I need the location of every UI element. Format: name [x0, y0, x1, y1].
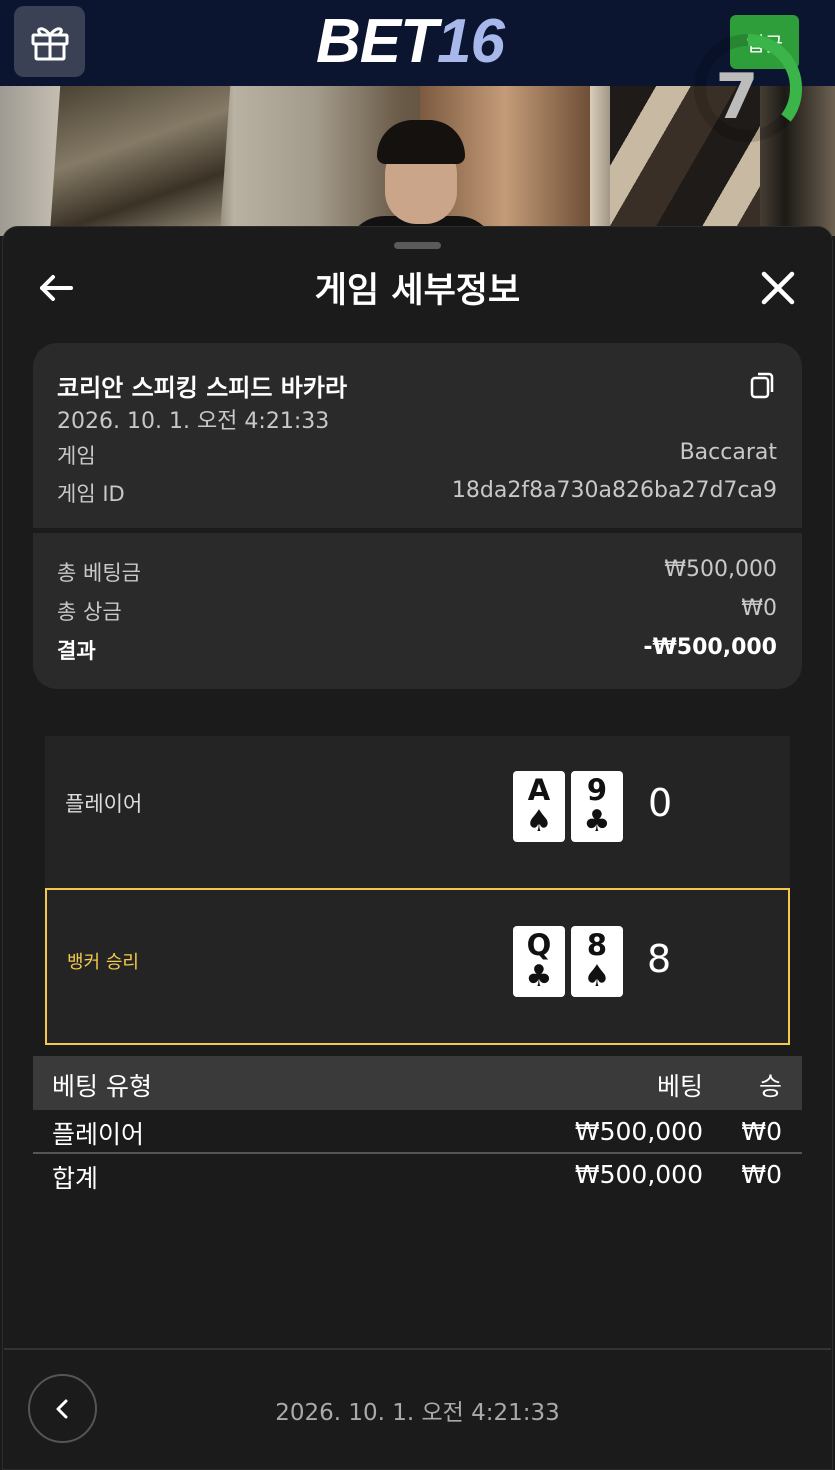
playing-card: Q ♣ [513, 926, 565, 997]
spade-icon: ♠ [583, 959, 611, 994]
logo-number: 16 [437, 6, 505, 76]
game-timestamp: 2026. 10. 1. 오전 4:21:33 [57, 409, 330, 434]
game-id-value[interactable]: 18da2f8a730a826ba27d7ca9 [452, 478, 777, 503]
drag-handle[interactable] [394, 242, 441, 249]
card-rank: 8 [586, 928, 608, 962]
game-id-label: 게임 ID [57, 482, 125, 506]
table-total-label: 합계 [52, 1164, 99, 1193]
header-bet-type: 베팅 유형 [52, 1072, 152, 1101]
card-rank: 9 [586, 773, 608, 807]
player-hand-row: 플레이어 A ♠ 9 ♣ 0 [45, 736, 790, 888]
table-total-bet: ₩500,000 [574, 1160, 703, 1189]
card-rank: Q [526, 928, 552, 962]
table-row-bet: ₩500,000 [574, 1117, 703, 1146]
chevron-left-icon [56, 1399, 67, 1418]
banker-hand-row: 뱅커 승리 Q ♣ 8 ♠ 8 [45, 888, 790, 1045]
header-win: 승 [758, 1072, 782, 1101]
total-bet-value: ₩500,000 [664, 557, 777, 582]
back-arrow-icon[interactable] [36, 268, 76, 308]
card-rank: A [527, 773, 551, 807]
table-row-bet-type: 플레이어 [52, 1120, 145, 1149]
player-label: 플레이어 [65, 792, 143, 816]
result-label: 결과 [57, 639, 96, 663]
logo-text: BET [316, 6, 438, 76]
total-winnings-value: ₩0 [741, 596, 777, 621]
table-row-win: ₩0 [741, 1117, 782, 1146]
total-winnings-label: 총 상금 [57, 600, 122, 624]
club-icon: ♣ [583, 804, 611, 839]
previous-button[interactable] [28, 1374, 97, 1443]
footer-divider [4, 1348, 831, 1350]
studio-panel [49, 86, 231, 236]
playing-card: 9 ♣ [571, 771, 623, 842]
close-icon[interactable] [758, 268, 798, 308]
game-value: Baccarat [679, 440, 777, 465]
countdown-number: 7 [715, 60, 759, 133]
table-total-win: ₩0 [741, 1160, 782, 1189]
game-label: 게임 [57, 444, 96, 468]
gift-button[interactable] [14, 6, 85, 77]
playing-card: A ♠ [513, 771, 565, 842]
spade-icon: ♠ [525, 804, 553, 839]
card-divider [33, 528, 802, 533]
copy-icon[interactable] [749, 370, 777, 400]
table-divider [33, 1152, 802, 1154]
game-name: 코리안 스피킹 스피드 바카라 [57, 374, 348, 402]
club-icon: ♣ [525, 959, 553, 994]
gift-icon [31, 26, 68, 60]
banker-score: 8 [647, 937, 672, 981]
total-bet-label: 총 베팅금 [57, 561, 141, 585]
header-bet: 베팅 [656, 1072, 703, 1101]
result-value: -₩500,000 [643, 635, 777, 660]
banker-win-label: 뱅커 승리 [67, 952, 139, 973]
playing-card: 8 ♠ [571, 926, 623, 997]
player-score: 0 [648, 781, 673, 825]
footer-timestamp: 2026. 10. 1. 오전 4:21:33 [275, 1400, 560, 1426]
sheet-title: 게임 세부정보 [314, 271, 521, 311]
brand-logo: BET 16 [300, 6, 520, 76]
dealer-image [345, 120, 497, 236]
